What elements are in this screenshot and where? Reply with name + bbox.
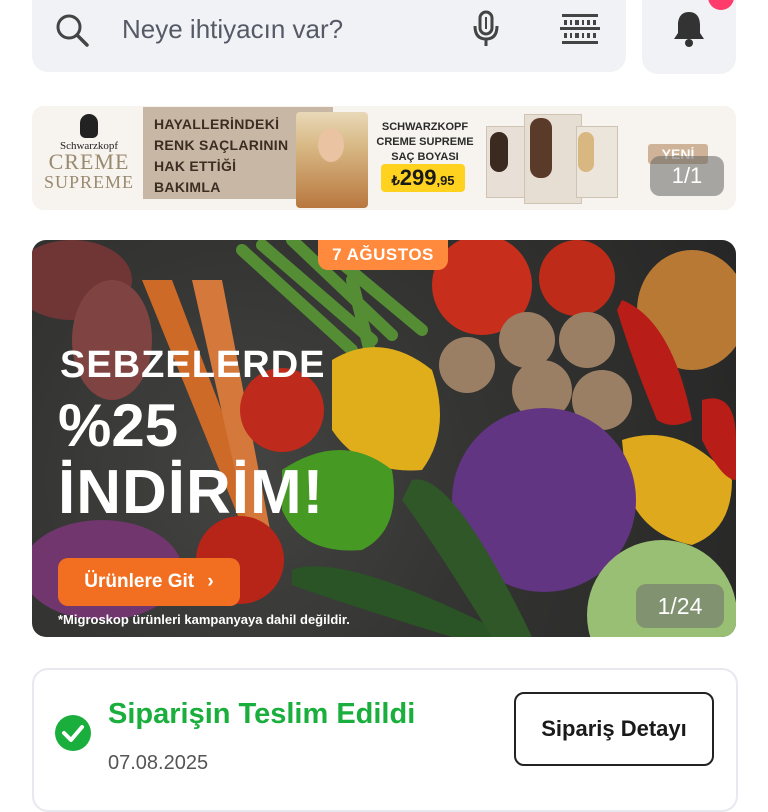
microphone-icon[interactable] bbox=[470, 8, 502, 48]
hero-page-counter: 1/24 bbox=[636, 584, 724, 628]
shop-products-button[interactable]: Ürünlere Git › bbox=[58, 558, 240, 606]
brand-creme: CREME bbox=[48, 149, 130, 174]
brand-supreme: SUPREME bbox=[44, 172, 135, 192]
hero-headline-3: İNDİRİM! bbox=[58, 458, 325, 527]
search-input[interactable]: Neye ihtiyacın var? bbox=[122, 12, 343, 46]
order-detail-button[interactable]: Sipariş Detayı bbox=[514, 692, 714, 766]
barcode-icon[interactable] bbox=[560, 12, 600, 46]
hero-disclaimer: *Migroskop ürünleri kampanyaya dahil değ… bbox=[58, 612, 350, 627]
bell-icon[interactable] bbox=[670, 8, 708, 48]
price-text: ₺299,95 bbox=[391, 165, 455, 190]
date-badge: 7 AĞUSTOS bbox=[318, 240, 448, 270]
order-status-title: Siparişin Teslim Edildi bbox=[108, 698, 416, 730]
chevron-right-icon: › bbox=[207, 571, 214, 592]
order-date: 07.08.2025 bbox=[108, 752, 209, 774]
ad-product-title: SCHWARZKOPF CREME SUPREME SAÇ BOYASI bbox=[376, 121, 474, 163]
ad-model-face bbox=[318, 128, 344, 162]
hero-headline-2: %25 bbox=[58, 392, 179, 459]
check-circle-icon bbox=[55, 715, 91, 751]
product-hair-image bbox=[490, 132, 508, 172]
cta-label: Ürünlere Git bbox=[84, 571, 195, 592]
product-hair-image bbox=[530, 118, 552, 178]
hero-headline-1: SEBZELERDE bbox=[60, 344, 326, 386]
ad-page-counter: 1/1 bbox=[650, 156, 724, 196]
brand-logo: Schwarzkopf CREME SUPREME bbox=[44, 112, 134, 204]
search-icon bbox=[56, 14, 89, 47]
product-hair-image bbox=[578, 132, 594, 172]
